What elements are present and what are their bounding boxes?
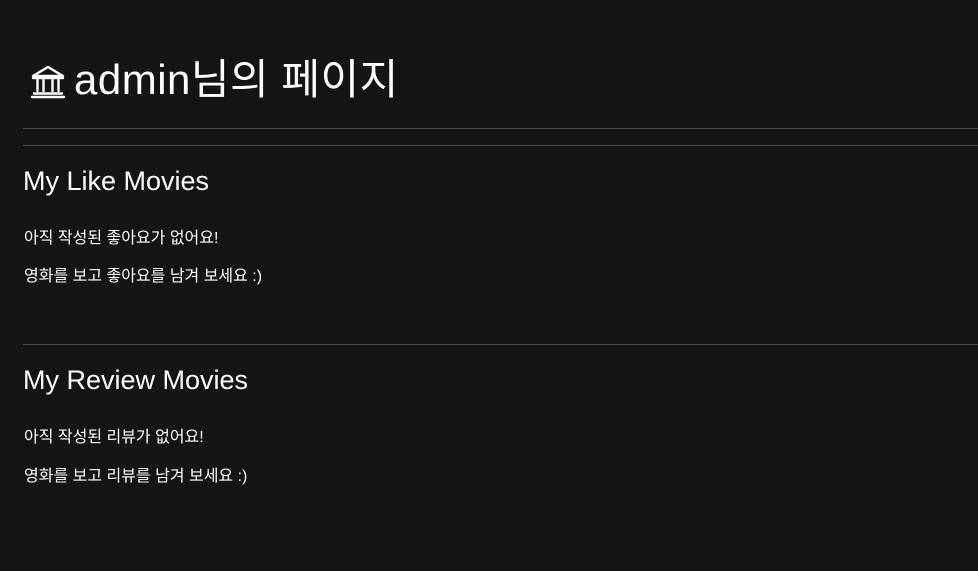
like-empty-message: 아직 작성된 좋아요가 없어요! <box>24 230 219 247</box>
review-empty-message: 아직 작성된 리뷰가 없어요! <box>24 429 204 446</box>
like-section-title: My Like Movies <box>23 166 210 196</box>
section-divider-like <box>23 145 978 146</box>
review-hint-message: 영화를 보고 리뷰를 남겨 보세요 :) <box>24 468 248 485</box>
section-divider-review <box>23 344 978 345</box>
mypage: admin님의 페이지 My Like Movies 아직 작성된 좋아요가 없… <box>0 0 978 571</box>
like-hint-message: 영화를 보고 좋아요를 남겨 보세요 :) <box>24 268 263 285</box>
museum-icon <box>30 64 66 100</box>
review-section-title: My Review Movies <box>23 365 249 395</box>
header-divider <box>23 128 978 129</box>
page-title: admin님의 페이지 <box>74 56 399 103</box>
page-header: admin님의 페이지 <box>30 54 399 106</box>
